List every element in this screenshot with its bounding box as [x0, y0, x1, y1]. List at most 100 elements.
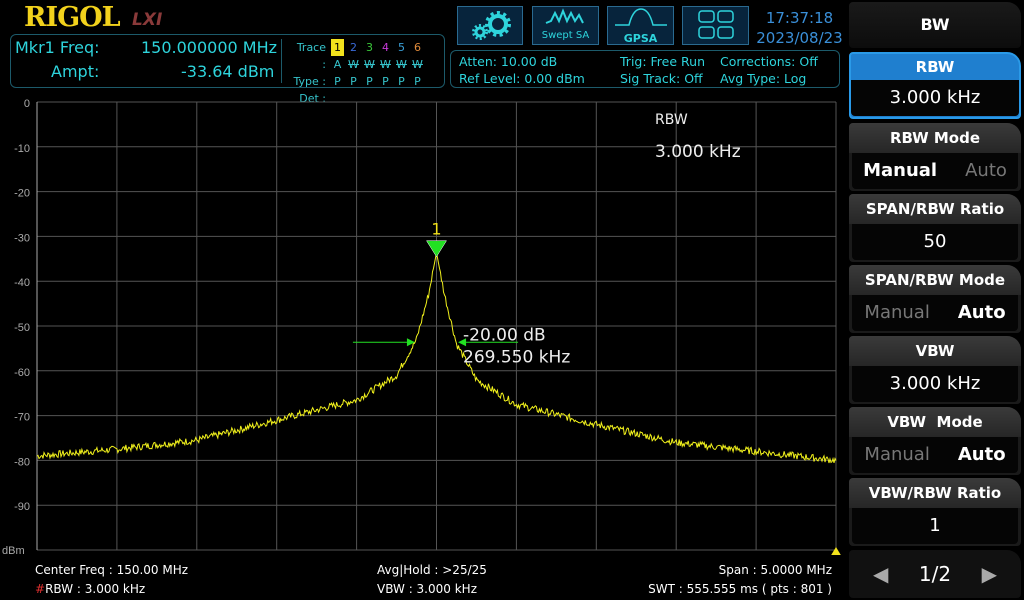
- trace-dets-3[interactable]: P: [363, 73, 376, 90]
- vbw-label: VBW: [849, 336, 1021, 366]
- avg-hold: Avg|Hold : >25/25: [377, 563, 487, 577]
- y-tick-label: -90: [14, 501, 30, 513]
- swept-sa-icon: [545, 8, 584, 24]
- span-readout[interactable]: Span : 5.0000 MHz: [719, 563, 832, 577]
- status-info: Atten: 10.00 dB Ref Level: 0.00 dBm Trig…: [450, 50, 840, 88]
- page-nav: ◀ 1/2 ▶: [849, 550, 1021, 598]
- trace-table[interactable]: 123456AWWWWWPPPPPP: [331, 39, 427, 90]
- prev-page-icon[interactable]: ◀: [873, 550, 888, 598]
- sig-track: Sig Track: Off: [620, 71, 703, 86]
- date: 2023/08/23: [756, 29, 843, 47]
- trace-types-6[interactable]: W: [411, 56, 424, 73]
- trace-dets-4[interactable]: P: [379, 73, 392, 90]
- ref-level: Ref Level: 0.00 dBm: [459, 71, 585, 86]
- softkey-rbw-mode[interactable]: RBW Mode Manual Auto: [849, 123, 1021, 191]
- atten: Atten: 10.00 dB: [459, 54, 558, 69]
- marker-freq-value: 150.000000 MHz: [141, 38, 278, 57]
- vbw-ratio-value: 1: [852, 508, 1018, 544]
- rbw-annotation-value: 3.000 kHz: [655, 142, 741, 162]
- y-tick-label: -50: [14, 322, 30, 334]
- marker-1-label: 1: [431, 220, 441, 239]
- layout-button[interactable]: [682, 6, 749, 45]
- trace-types-4[interactable]: W: [379, 56, 392, 73]
- gpsa-label: GPSA: [623, 32, 658, 45]
- corrections: Corrections: Off: [720, 54, 818, 69]
- trace-dets-6[interactable]: P: [411, 73, 424, 90]
- rbw-hash: #: [35, 582, 46, 596]
- rbw-annotation-label: RBW: [655, 112, 688, 128]
- trace-types-3[interactable]: W: [363, 56, 376, 73]
- y-tick-label: -70: [14, 412, 30, 424]
- marker-1-icon: [426, 240, 447, 258]
- clock: 17:37:18 2023/08/23: [752, 8, 847, 48]
- vbw-mode-manual[interactable]: Manual: [864, 444, 929, 465]
- avg-type: Avg Type: Log: [720, 71, 807, 86]
- swept-sa-label: Swept SA: [541, 30, 590, 41]
- spectrum-plot[interactable]: 0 -10 -20 -30 -40 -50 -60 -70 -80 -90 dBm 1 -20.00 d…: [0, 95, 848, 555]
- span-ratio-value: 50: [852, 224, 1018, 260]
- gpsa-icon: [614, 8, 667, 26]
- rbw-mode-label: RBW Mode: [849, 123, 1021, 153]
- rbw-label: RBW: [915, 58, 955, 76]
- rbw-mode-manual[interactable]: Manual: [863, 160, 937, 181]
- span-ratio-label: SPAN/RBW Ratio: [849, 194, 1021, 224]
- center-freq[interactable]: Center Freq : 150.00 MHz: [35, 563, 188, 577]
- trace-numbers-2[interactable]: 2: [347, 39, 360, 56]
- y-tick-label: -80: [14, 456, 30, 468]
- softkey-vbw-rbw-ratio[interactable]: VBW/RBW Ratio 1: [849, 478, 1021, 546]
- span-mode-manual[interactable]: Manual: [864, 302, 929, 323]
- ndb-level: -20.00 dB: [463, 325, 546, 345]
- trace-dets-5[interactable]: P: [395, 73, 408, 90]
- rbw-readout[interactable]: #RBW : 3.000 kHz: [35, 582, 145, 596]
- vbw-value: 3.000 kHz: [852, 366, 1018, 402]
- y-tick-label: 0: [24, 98, 30, 110]
- y-unit-label: dBm: [2, 545, 25, 555]
- softkey-vbw-mode[interactable]: VBW Mode Manual Auto: [849, 407, 1021, 475]
- y-tick-label: -10: [14, 143, 30, 155]
- lxi-logo: LXI: [132, 10, 163, 30]
- softkey-rbw[interactable]: RBW 3.000 kHz: [849, 52, 1021, 119]
- trace-label: Trace :: [296, 41, 326, 71]
- marker-freq-label: Mkr1 Freq:: [15, 38, 100, 57]
- swt-readout[interactable]: SWT : 555.555 ms ( pts : 801 ): [648, 582, 832, 596]
- softkey-span-rbw-ratio[interactable]: SPAN/RBW Ratio 50: [849, 194, 1021, 262]
- trace-dets-2[interactable]: P: [347, 73, 360, 90]
- vbw-readout[interactable]: VBW : 3.000 kHz: [377, 582, 477, 596]
- trace-types-5[interactable]: W: [395, 56, 408, 73]
- span-mode-auto[interactable]: Auto: [958, 302, 1006, 323]
- y-tick-label: -40: [14, 277, 30, 289]
- y-tick-label: -60: [14, 367, 30, 379]
- trace-types-1[interactable]: A: [331, 56, 344, 73]
- trace-dets-1[interactable]: P: [331, 73, 344, 90]
- trace-numbers-5[interactable]: 5: [395, 39, 408, 56]
- rbw-text: RBW : 3.000 kHz: [45, 582, 146, 596]
- rbw-value: 3.000 kHz: [851, 80, 1019, 116]
- softkey-vbw[interactable]: VBW 3.000 kHz: [849, 336, 1021, 404]
- layout-grid-icon: [697, 10, 734, 39]
- next-page-icon[interactable]: ▶: [982, 550, 997, 598]
- trace-numbers-1[interactable]: 1: [331, 39, 344, 56]
- type-label: Type :: [293, 75, 326, 88]
- vbw-mode-label: VBW Mode: [849, 407, 1021, 437]
- y-tick-label: -30: [14, 232, 30, 244]
- settings-button[interactable]: [457, 6, 523, 45]
- vbw-ratio-label: VBW/RBW Ratio: [849, 478, 1021, 508]
- softkey-span-rbw-mode[interactable]: SPAN/RBW Mode Manual Auto: [849, 265, 1021, 333]
- trace-numbers-3[interactable]: 3: [363, 39, 376, 56]
- swept-sa-button[interactable]: Swept SA: [532, 6, 599, 45]
- trace-types-2[interactable]: W: [347, 56, 360, 73]
- page-indicator: 1/2: [918, 562, 952, 586]
- rigol-logo: RIGOL: [24, 2, 121, 33]
- marker-readout: Mkr1 Freq: 150.000000 MHz Ampt: -33.64 d…: [10, 34, 445, 105]
- gear-icon: [472, 11, 511, 40]
- trig: Trig: Free Run: [620, 54, 705, 69]
- rbw-mode-auto[interactable]: Auto: [965, 160, 1007, 181]
- time: 17:37:18: [765, 9, 834, 27]
- marker-ampt-value: -33.64 dBm: [181, 62, 275, 81]
- trace-numbers-4[interactable]: 4: [379, 39, 392, 56]
- trace-numbers-6[interactable]: 6: [411, 39, 424, 56]
- vbw-mode-auto[interactable]: Auto: [958, 444, 1006, 465]
- y-tick-label: -20: [14, 188, 30, 200]
- marker-ampt-label: Ampt:: [51, 62, 100, 81]
- gpsa-button[interactable]: GPSA: [607, 6, 674, 45]
